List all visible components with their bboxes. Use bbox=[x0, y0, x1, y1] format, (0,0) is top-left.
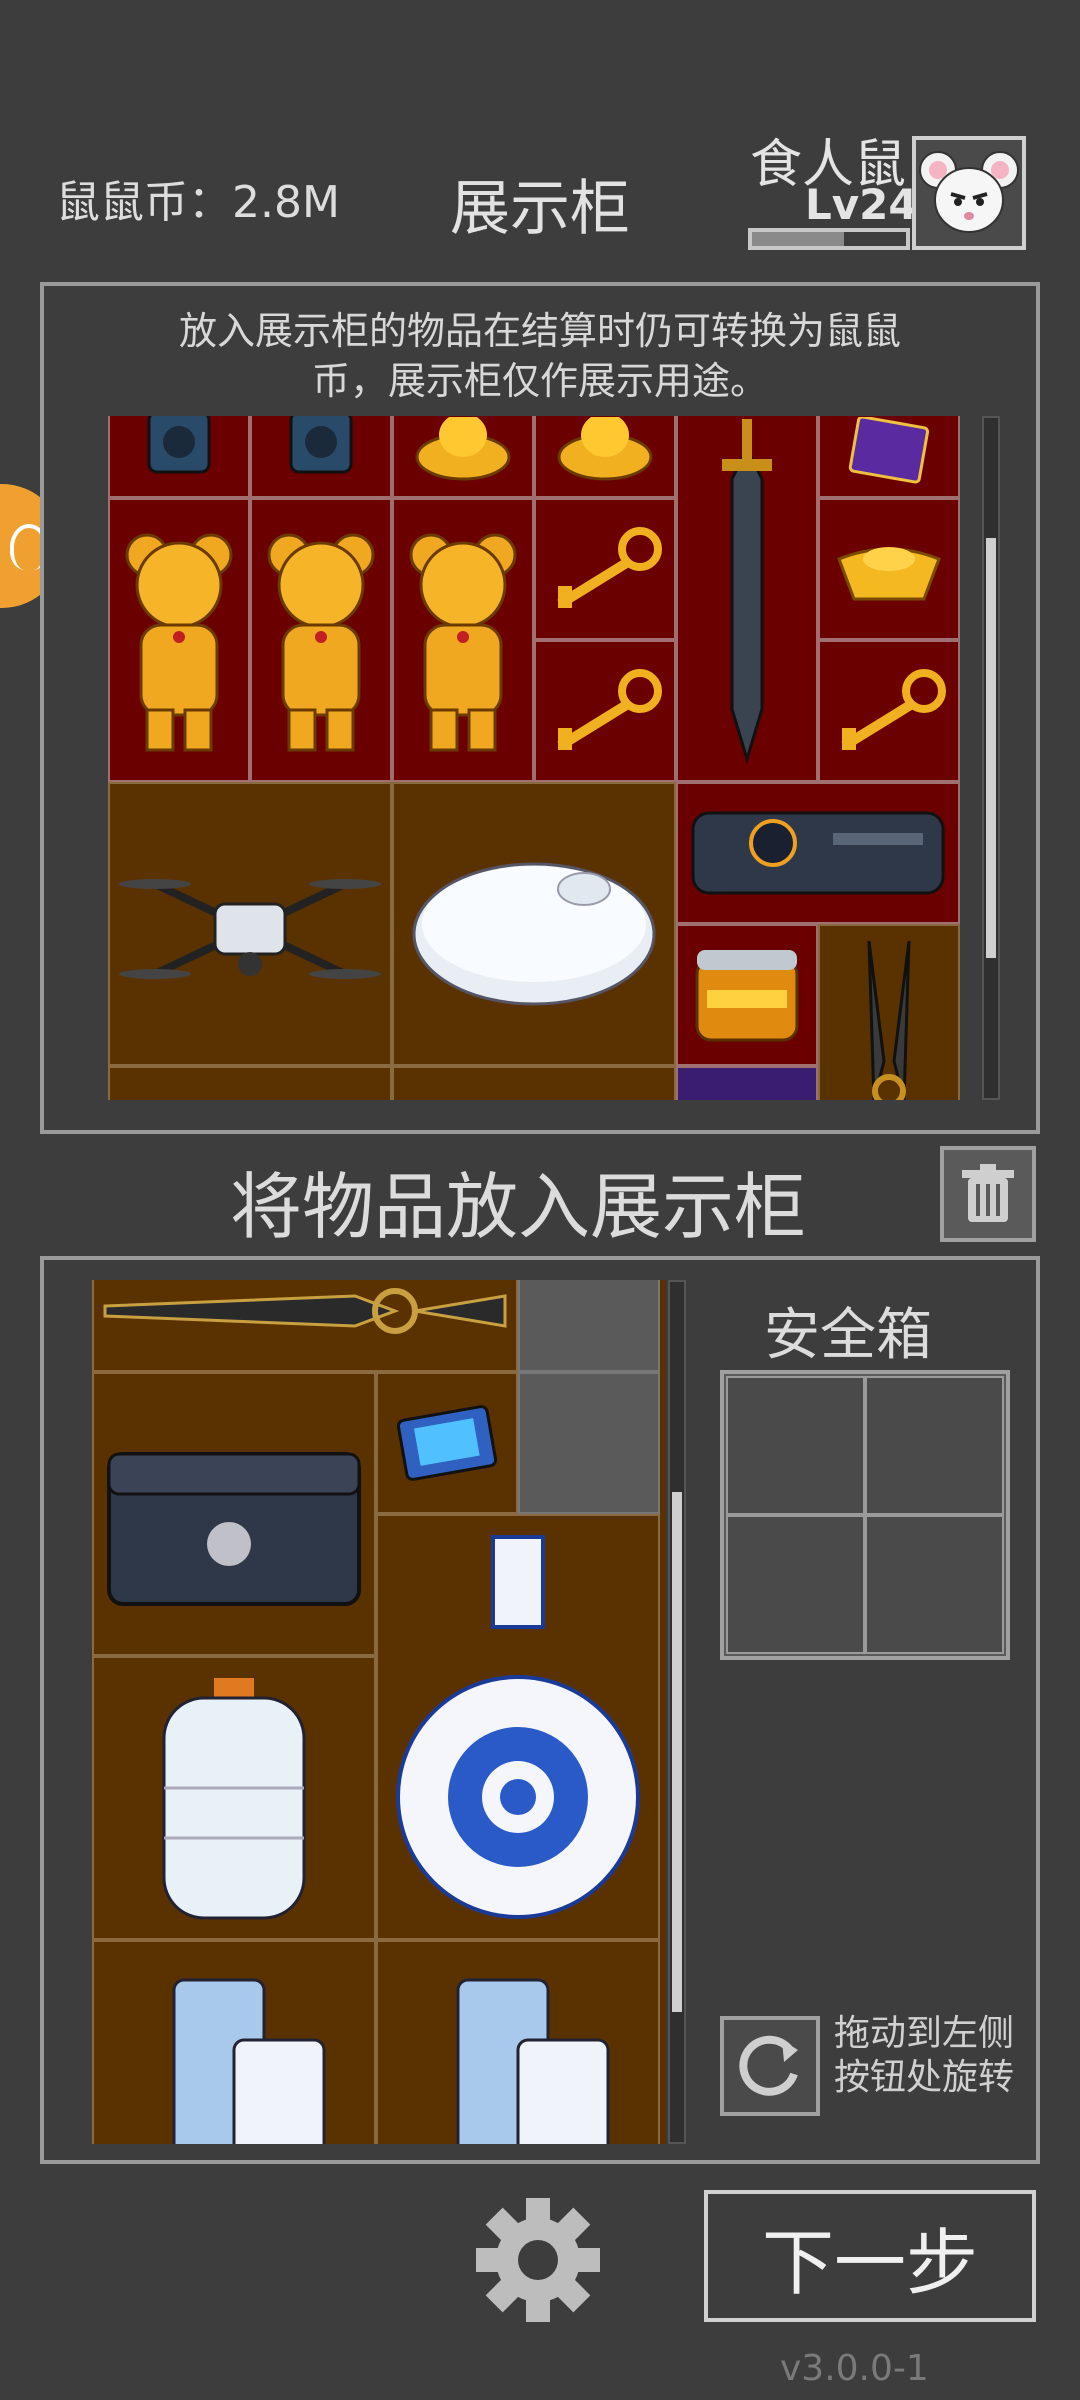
trash-button[interactable] bbox=[940, 1146, 1036, 1242]
safe-slot[interactable] bbox=[726, 1376, 865, 1515]
grid-item-purple-card[interactable] bbox=[818, 416, 960, 498]
grid-item-speaker[interactable] bbox=[250, 416, 392, 498]
version-label: v3.0.0-1 bbox=[780, 2348, 929, 2389]
grid-item-tech-device[interactable] bbox=[676, 782, 960, 924]
inventory-item-machine[interactable] bbox=[92, 1940, 376, 2144]
gold-key-icon bbox=[557, 669, 662, 751]
next-step-label: 下一步 bbox=[761, 2220, 978, 2305]
golden-bear-icon bbox=[409, 533, 517, 752]
golden-jar-icon bbox=[695, 950, 799, 1042]
grid-item-golden-bear[interactable] bbox=[392, 498, 534, 782]
grid-item-gold-key[interactable] bbox=[534, 498, 676, 640]
claw-blade-icon bbox=[867, 941, 911, 1100]
grid-item-golden-bear[interactable] bbox=[108, 498, 250, 782]
inventory-item-bear-crate[interactable] bbox=[92, 1372, 376, 1656]
grid-item-purple[interactable] bbox=[676, 1066, 818, 1100]
grid-item-gold-key[interactable] bbox=[818, 640, 960, 782]
grid-item-drone[interactable] bbox=[108, 782, 392, 1066]
bear-crate-icon bbox=[107, 1452, 361, 1606]
grid-item-golden-bell[interactable] bbox=[534, 416, 676, 498]
golden-bell-icon bbox=[415, 417, 511, 481]
empty-slot[interactable] bbox=[518, 1280, 660, 1372]
safe-slot[interactable] bbox=[726, 1515, 865, 1654]
gold-ingot-icon bbox=[837, 547, 941, 601]
grid-item-golden-jar[interactable] bbox=[676, 924, 818, 1066]
drone-icon bbox=[119, 879, 381, 979]
golden-bear-icon bbox=[125, 533, 233, 752]
display-scrollbar-thumb[interactable] bbox=[986, 538, 996, 958]
grid-cell[interactable] bbox=[108, 1066, 392, 1100]
display-case-panel: 放入展示柜的物品在结算时仍可转换为鼠鼠币，展示柜仅作展示用途。 bbox=[40, 282, 1040, 1134]
rotate-hint-line-1: 拖动到左侧 bbox=[834, 2013, 1015, 2054]
safe-box-title: 安全箱 bbox=[764, 1303, 932, 1368]
inventory-grid[interactable] bbox=[92, 1280, 666, 2144]
speaker-icon bbox=[289, 416, 353, 474]
chip-icon bbox=[396, 1405, 498, 1481]
trash-icon bbox=[962, 1164, 1014, 1222]
display-case-notice: 放入展示柜的物品在结算时仍可转换为鼠鼠币，展示柜仅作展示用途。 bbox=[178, 309, 901, 403]
display-case-grid[interactable] bbox=[108, 416, 960, 1100]
player-level: Lv24 bbox=[805, 180, 918, 229]
grid-item-gold-key[interactable] bbox=[534, 640, 676, 782]
ornate-sword-icon bbox=[103, 1288, 507, 1334]
machine-icon bbox=[172, 1978, 326, 2144]
inventory-item-vase[interactable] bbox=[376, 1514, 660, 1940]
grid-item-golden-bell[interactable] bbox=[392, 416, 534, 498]
grid-item-golden-bear[interactable] bbox=[250, 498, 392, 782]
grid-item-gold-ingot[interactable] bbox=[818, 498, 960, 640]
inventory-item-machine[interactable] bbox=[376, 1940, 660, 2144]
grid-item-speaker[interactable] bbox=[108, 416, 250, 498]
machine-icon bbox=[456, 1978, 610, 2144]
speaker-icon bbox=[147, 416, 211, 474]
inventory-item-chip[interactable] bbox=[376, 1372, 518, 1514]
xp-fill bbox=[752, 232, 845, 246]
empty-slot[interactable] bbox=[518, 1372, 660, 1514]
gold-key-icon bbox=[841, 669, 946, 751]
purple-card-icon bbox=[848, 417, 930, 484]
tech-device-icon bbox=[691, 811, 945, 895]
inventory-item-ornate-sword[interactable] bbox=[92, 1280, 518, 1372]
rotate-hint: 拖动到左侧 按钮处旋转 bbox=[834, 2012, 1014, 2100]
place-into-case-label: 将物品放入展示柜 bbox=[230, 1165, 807, 1249]
inventory-scrollbar-thumb[interactable] bbox=[672, 1492, 682, 2012]
grid-cell[interactable] bbox=[392, 1066, 676, 1100]
next-step-button[interactable]: 下一步 bbox=[704, 2190, 1036, 2322]
sword-icon bbox=[722, 419, 772, 765]
xp-bar bbox=[748, 228, 910, 250]
grid-item-claw-blade[interactable] bbox=[818, 924, 960, 1100]
safe-box-grid[interactable] bbox=[720, 1370, 1010, 1660]
display-scrollbar[interactable] bbox=[982, 416, 1000, 1100]
rotate-icon bbox=[739, 2035, 798, 2096]
grid-item-sword[interactable] bbox=[676, 416, 818, 782]
rotate-button[interactable] bbox=[720, 2016, 820, 2116]
gear-icon bbox=[476, 2198, 600, 2322]
mouse-avatar-icon bbox=[919, 151, 1019, 233]
golden-bell-icon bbox=[557, 417, 653, 481]
safe-slot[interactable] bbox=[865, 1515, 1004, 1654]
inventory-scrollbar[interactable] bbox=[668, 1280, 686, 2144]
safe-slot[interactable] bbox=[865, 1376, 1004, 1515]
inventory-item-nitrogen-tank[interactable] bbox=[92, 1656, 376, 1940]
inventory-panel: 安全箱 拖动到左侧 按钮处旋转 bbox=[40, 1256, 1040, 2164]
blue-white-vase-icon bbox=[396, 1535, 640, 1919]
grid-item-robot-vacuum[interactable] bbox=[392, 782, 676, 1066]
settings-button[interactable] bbox=[470, 2192, 606, 2328]
rotate-hint-line-2: 按钮处旋转 bbox=[834, 2057, 1015, 2098]
golden-bear-icon bbox=[267, 533, 375, 752]
nitrogen-tank-icon bbox=[162, 1678, 306, 1920]
page-title: 展示柜 bbox=[450, 174, 630, 244]
coins-balance: 鼠鼠币：2.8M bbox=[56, 177, 340, 228]
avatar[interactable] bbox=[912, 136, 1026, 250]
gold-key-icon bbox=[557, 527, 662, 609]
robot-vacuum-icon bbox=[412, 862, 656, 1006]
